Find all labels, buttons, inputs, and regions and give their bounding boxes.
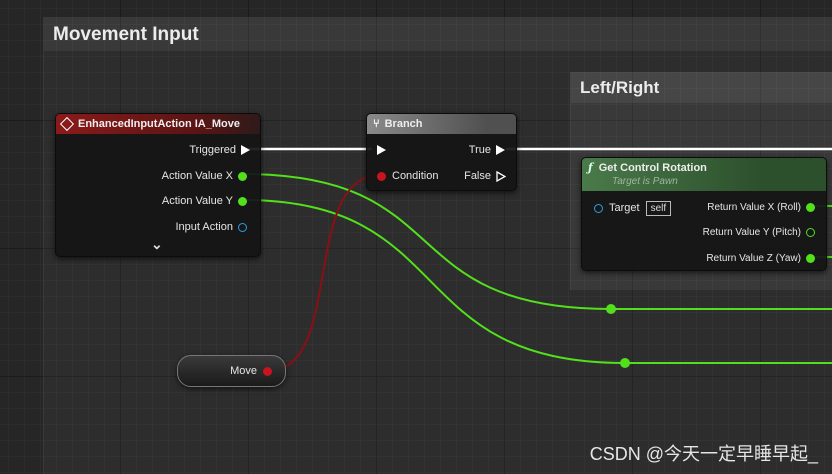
pin-condition[interactable]: Condition <box>377 169 438 183</box>
pin-label: Condition <box>392 170 439 182</box>
pin-target[interactable]: Target self <box>594 200 672 216</box>
pin-return-yaw[interactable]: Return Value Z (Yaw) <box>706 251 815 265</box>
node-header: EnhancedInputAction IA_Move <box>56 114 260 134</box>
exec-pin-icon[interactable] <box>241 145 250 155</box>
reroute-node <box>606 304 616 314</box>
pin-action-value-x[interactable]: Action Value X <box>162 169 247 183</box>
expand-chevron-icon[interactable]: ⌄ <box>151 236 163 253</box>
pin-false[interactable]: False <box>464 169 506 183</box>
bool-pin-icon[interactable] <box>377 171 386 181</box>
pin-label: Action Value X <box>161 170 233 182</box>
function-icon: ƒ <box>588 161 593 174</box>
bool-wire <box>267 174 382 372</box>
pin-label: Return Value Z (Yaw) <box>706 252 801 264</box>
pin-label: Triggered <box>189 144 236 156</box>
node-subtitle: Target is Pawn <box>612 176 678 187</box>
pin-label: Return Value Y (Pitch) <box>702 226 801 238</box>
float-pin-icon[interactable] <box>806 202 815 212</box>
node-title: Get Control Rotation <box>598 161 707 174</box>
branch-icon: ⑂ <box>373 118 380 130</box>
pin-input-action[interactable]: Input Action <box>175 220 247 234</box>
node-title: EnhancedInputAction IA_Move <box>78 118 240 130</box>
pin-return-roll[interactable]: Return Value X (Roll) <box>707 200 815 214</box>
pin-label: Input Action <box>175 221 234 233</box>
pin-move[interactable]: Move <box>230 364 272 378</box>
reroute-node <box>620 358 630 368</box>
object-pin-icon[interactable] <box>238 222 247 232</box>
exec-pin-icon[interactable] <box>496 145 505 155</box>
pin-action-value-y[interactable]: Action Value Y <box>162 194 247 208</box>
pin-label: Target <box>609 202 640 214</box>
pin-triggered[interactable]: Triggered <box>189 143 250 157</box>
pin-exec-in[interactable] <box>377 143 386 157</box>
target-self-field[interactable]: self <box>645 200 672 216</box>
watermark: CSDN @今天一定早睡早起_ <box>589 444 818 464</box>
pin-label: Return Value X (Roll) <box>707 201 801 213</box>
pin-label: False <box>464 170 491 182</box>
node-title: Branch <box>384 118 423 130</box>
float-pin-icon[interactable] <box>806 227 815 237</box>
branch-node[interactable]: ⑂ Branch True Condition False <box>366 113 517 191</box>
node-header: ⑂ Branch <box>367 114 516 134</box>
bool-pin-icon[interactable] <box>263 366 272 376</box>
pin-label: True <box>468 144 491 156</box>
get-control-rotation-node[interactable]: ƒ Get Control Rotation Target is Pawn Ta… <box>581 157 827 271</box>
node-header: ƒ Get Control Rotation Target is Pawn <box>582 158 826 191</box>
variable-label: Move <box>230 365 257 377</box>
input-event-icon <box>59 116 75 132</box>
enhanced-input-action-node[interactable]: EnhancedInputAction IA_Move Triggered Ac… <box>55 113 261 257</box>
move-variable-node[interactable]: Move <box>177 355 286 387</box>
pin-label: Action Value Y <box>161 195 233 207</box>
pin-true[interactable]: True <box>469 143 505 157</box>
exec-pin-icon[interactable] <box>377 145 386 155</box>
float-pin-icon[interactable] <box>238 171 247 181</box>
pin-return-pitch[interactable]: Return Value Y (Pitch) <box>703 225 815 239</box>
exec-pin-outline-icon[interactable] <box>496 170 506 182</box>
float-pin-icon[interactable] <box>806 253 815 263</box>
float-pin-icon[interactable] <box>238 196 247 206</box>
object-pin-icon[interactable] <box>594 203 603 213</box>
